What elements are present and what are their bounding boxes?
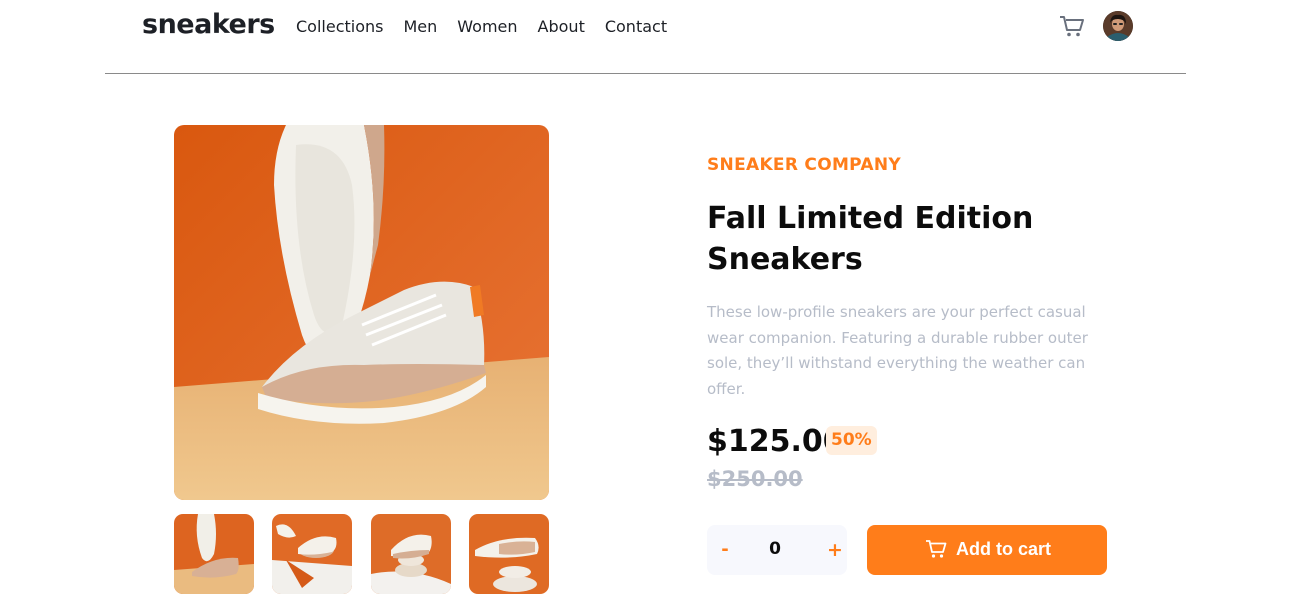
thumbnail-image-4 <box>469 514 549 594</box>
user-avatar-icon <box>1103 11 1133 41</box>
increase-quantity-button[interactable]: + <box>823 537 847 563</box>
quantity-input[interactable] <box>757 535 793 563</box>
avatar[interactable] <box>1103 11 1133 41</box>
product-title: Fall Limited Edition Sneakers <box>707 201 1034 277</box>
quantity-stepper: - + <box>707 525 847 575</box>
thumbnail-1[interactable] <box>174 514 254 594</box>
add-to-cart-button[interactable]: Add to cart <box>867 525 1107 575</box>
thumbnail-3[interactable] <box>371 514 451 594</box>
nav-about[interactable]: About <box>538 17 585 36</box>
current-price: $125.00 <box>707 424 844 459</box>
thumbnail-image-1 <box>174 514 254 594</box>
header-divider <box>105 73 1186 74</box>
original-price: $250.00 <box>707 467 803 491</box>
cart-icon <box>1060 16 1084 37</box>
thumbnail-image-3 <box>371 514 451 594</box>
nav-contact[interactable]: Contact <box>605 17 667 36</box>
cart-icon <box>926 540 947 558</box>
main-product-image[interactable] <box>174 125 549 500</box>
decrease-quantity-button[interactable]: - <box>713 537 737 563</box>
product-description: These low-profile sneakers are your perf… <box>707 303 1088 398</box>
nav-collections[interactable]: Collections <box>296 17 383 36</box>
thumbnail-image-2 <box>272 514 352 594</box>
main-nav: Collections Men Women About Contact <box>296 17 687 36</box>
nav-women[interactable]: Women <box>457 17 517 36</box>
nav-men[interactable]: Men <box>403 17 437 36</box>
thumbnail-4[interactable] <box>469 514 549 594</box>
add-to-cart-label: Add to cart <box>956 539 1052 559</box>
product-image-1 <box>174 125 549 500</box>
brand-label: SNEAKER COMPANY <box>707 155 901 175</box>
thumbnail-2[interactable] <box>272 514 352 594</box>
thumbnail-strip <box>174 514 549 594</box>
site-header: sneakers Collections Men Women About Con… <box>0 0 1310 74</box>
discount-badge: 50% <box>826 426 877 455</box>
cart-button[interactable] <box>1059 14 1085 38</box>
logo[interactable]: sneakers <box>142 9 275 40</box>
